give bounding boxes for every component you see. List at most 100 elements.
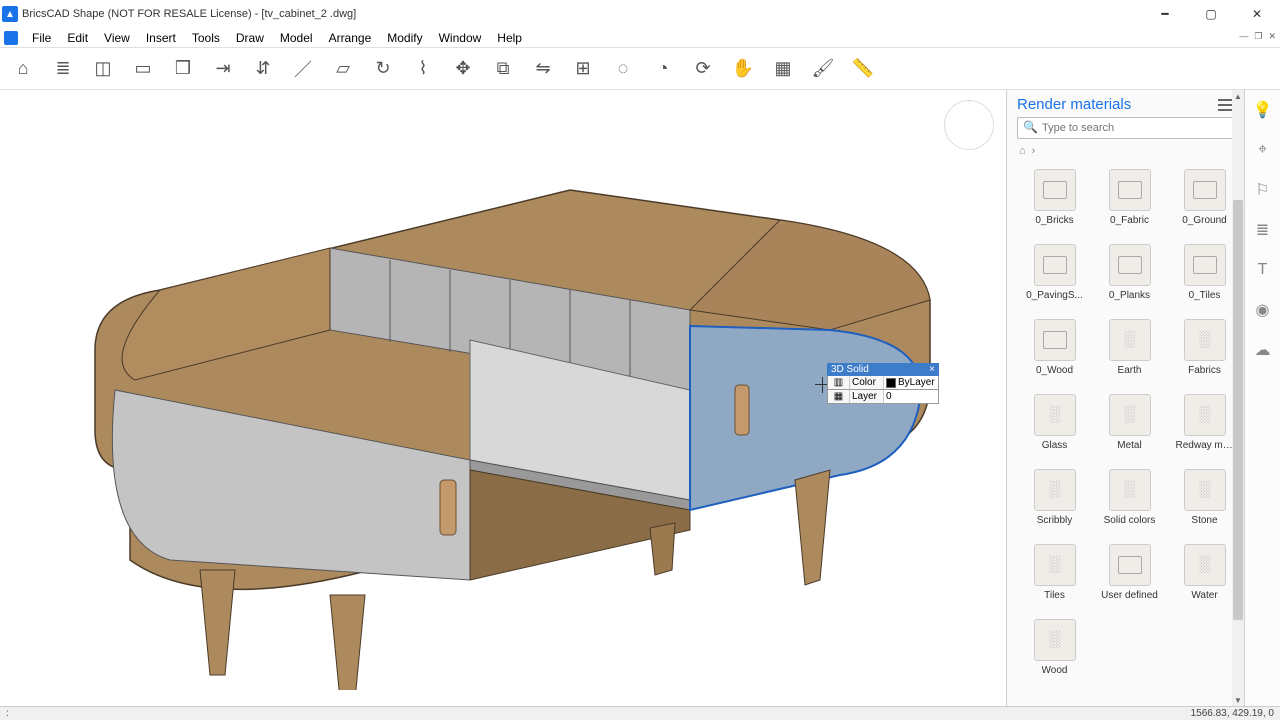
mdi-controls[interactable]: —❐✕	[1239, 28, 1276, 44]
material-glass[interactable]: ░Glass	[1025, 394, 1085, 451]
loft-button[interactable]: ⌇	[408, 54, 438, 84]
material-thumb: ░	[1184, 319, 1226, 361]
panel-scrollbar[interactable]: ▲ ▼	[1232, 90, 1244, 706]
select-button[interactable]: ▦	[768, 54, 798, 84]
scrollbar-thumb[interactable]	[1233, 200, 1243, 620]
layers-icon[interactable]: ≣	[1253, 220, 1273, 240]
pan-button[interactable]: ✋	[728, 54, 758, 84]
material-label: 0_Bricks	[1035, 215, 1073, 226]
material-user-defined[interactable]: User defined	[1100, 544, 1160, 601]
breadcrumb[interactable]: ⌂›	[1007, 145, 1244, 163]
material-fabrics[interactable]: ░Fabrics	[1175, 319, 1235, 376]
menu-insert[interactable]: Insert	[138, 29, 184, 47]
material-water[interactable]: ░Water	[1175, 544, 1235, 601]
sign-icon[interactable]: ⚐	[1253, 180, 1273, 200]
material-stone[interactable]: ░Stone	[1175, 469, 1235, 526]
material-thumb: ░	[1109, 319, 1151, 361]
connect-button[interactable]: ◌	[608, 54, 638, 84]
material-label: Scribbly	[1037, 515, 1073, 526]
material-label: 0_Wood	[1036, 365, 1073, 376]
layers-button[interactable]: ≣	[48, 54, 78, 84]
material-label: 0_Fabric	[1110, 215, 1149, 226]
material-thumb: ░	[1034, 619, 1076, 661]
material-label: Solid colors	[1104, 515, 1156, 526]
sweep-button[interactable]: ↻	[368, 54, 398, 84]
material-0-ground[interactable]: 0_Ground	[1175, 169, 1235, 226]
color-value[interactable]: ByLayer	[898, 377, 935, 388]
menu-draw[interactable]: Draw	[228, 29, 272, 47]
minimize-button[interactable]: ━	[1142, 0, 1188, 28]
pushpull-button[interactable]: ⇵	[248, 54, 278, 84]
status-coords: 1566.83, 429.19, 0	[1191, 708, 1274, 719]
menu-edit[interactable]: Edit	[59, 29, 96, 47]
scroll-up-icon[interactable]: ▲	[1232, 90, 1244, 102]
viewport-3d[interactable]: 3D Solid× ▥ Color ByLayer ▦ Layer 0	[0, 90, 1006, 706]
rotate-button[interactable]: ⟳	[688, 54, 718, 84]
material-label: 0_Tiles	[1189, 290, 1221, 301]
menu-window[interactable]: Window	[431, 29, 490, 47]
menu-arrange[interactable]: Arrange	[321, 29, 380, 47]
material-scribbly[interactable]: ░Scribbly	[1025, 469, 1085, 526]
cloud-icon[interactable]: ☁	[1253, 340, 1273, 360]
camera-icon[interactable]: ◉	[1253, 300, 1273, 320]
menu-model[interactable]: Model	[272, 29, 321, 47]
material-wood[interactable]: ░Wood	[1025, 619, 1085, 676]
quick-properties-popup[interactable]: 3D Solid× ▥ Color ByLayer ▦ Layer 0	[827, 363, 939, 404]
material-0-wood[interactable]: 0_Wood	[1025, 319, 1085, 376]
material-0-tiles[interactable]: 0_Tiles	[1175, 244, 1235, 301]
mirror-button[interactable]: ⇋	[528, 54, 558, 84]
material-metal[interactable]: ░Metal	[1100, 394, 1160, 451]
box-button[interactable]: ▭	[128, 54, 158, 84]
copy-button[interactable]: ⧉	[488, 54, 518, 84]
menu-view[interactable]: View	[96, 29, 138, 47]
layer-value[interactable]: 0	[886, 391, 892, 402]
menu-file[interactable]: File	[24, 29, 59, 47]
material-earth[interactable]: ░Earth	[1100, 319, 1160, 376]
home-icon[interactable]: ⌂	[1019, 145, 1026, 157]
material-redway-materials[interactable]: ░Redway materials	[1175, 394, 1235, 451]
search-input[interactable]	[1017, 117, 1234, 139]
offset-button[interactable]: ◔	[648, 54, 678, 84]
move-button[interactable]: ✥	[448, 54, 478, 84]
material-0-bricks[interactable]: 0_Bricks	[1025, 169, 1085, 226]
menu-help[interactable]: Help	[489, 29, 530, 47]
menu-tools[interactable]: Tools	[184, 29, 228, 47]
paint-button[interactable]: 🖌	[808, 54, 838, 84]
extrude-button[interactable]: ⇥	[208, 54, 238, 84]
scroll-down-icon[interactable]: ▼	[1232, 694, 1244, 706]
cube-button[interactable]: ❒	[168, 54, 198, 84]
material-thumb: ░	[1184, 544, 1226, 586]
line-button[interactable]: ／	[288, 54, 318, 84]
material-0-planks[interactable]: 0_Planks	[1100, 244, 1160, 301]
material-thumb: ░	[1109, 394, 1151, 436]
rect-button[interactable]: ▱	[328, 54, 358, 84]
window-title: BricsCAD Shape (NOT FOR RESALE License) …	[22, 8, 356, 20]
toolbar: ⌂ ≣ ◫ ▭ ❒ ⇥ ⇵ ／ ▱ ↻ ⌇ ✥ ⧉ ⇋ ⊞ ◌ ◔ ⟳ ✋ ▦ 🖌 📏	[0, 48, 1280, 90]
material-0-fabric[interactable]: 0_Fabric	[1100, 169, 1160, 226]
material-label: Tiles	[1044, 590, 1065, 601]
app-icon: ▲	[2, 6, 18, 22]
material-0-pavings---[interactable]: 0_PavingS...	[1025, 244, 1085, 301]
popup-close-icon[interactable]: ×	[929, 364, 935, 375]
material-label: Stone	[1191, 515, 1217, 526]
color-swatch[interactable]	[886, 378, 896, 388]
material-label: User defined	[1101, 590, 1158, 601]
array-button[interactable]: ⊞	[568, 54, 598, 84]
measure-button[interactable]: 📏	[848, 54, 878, 84]
close-button[interactable]: ✕	[1234, 0, 1280, 28]
material-thumb	[1109, 244, 1151, 286]
material-tiles[interactable]: ░Tiles	[1025, 544, 1085, 601]
material-solid-colors[interactable]: ░ Solid colors	[1100, 469, 1160, 526]
home-button[interactable]: ⌂	[8, 54, 38, 84]
material-thumb	[1184, 169, 1226, 211]
balloon-icon[interactable]: ⌖	[1253, 140, 1273, 160]
stack-button[interactable]: ◫	[88, 54, 118, 84]
material-thumb	[1109, 169, 1151, 211]
material-thumb: ░	[1109, 469, 1151, 511]
maximize-button[interactable]: ▢	[1188, 0, 1234, 28]
right-sidebar: 💡 ⌖ ⚐ ≣ T ◉ ☁	[1244, 90, 1280, 706]
menu-modify[interactable]: Modify	[379, 29, 430, 47]
material-label: Redway materials	[1176, 440, 1234, 451]
text-icon[interactable]: T	[1253, 260, 1273, 280]
light-icon[interactable]: 💡	[1253, 100, 1273, 120]
